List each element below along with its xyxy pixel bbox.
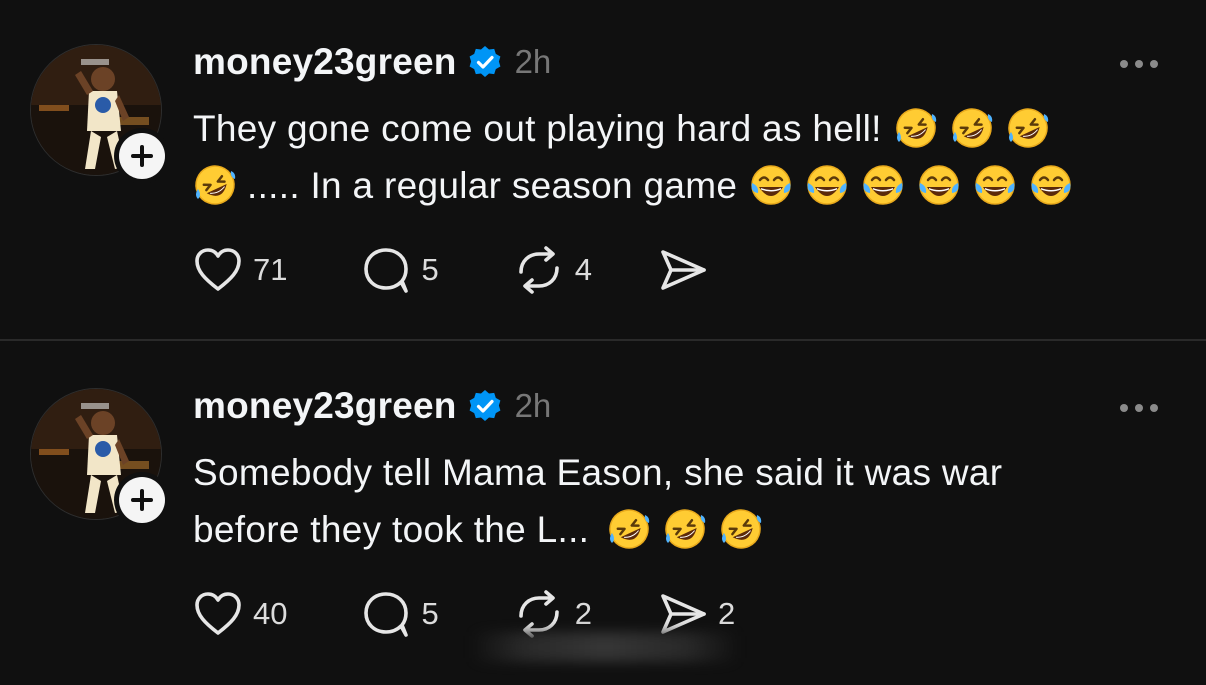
rofl-emoji	[894, 106, 938, 150]
avatar[interactable]	[30, 388, 170, 528]
follow-button[interactable]	[114, 472, 170, 528]
joy-emoji	[749, 163, 793, 207]
share-button[interactable]	[658, 247, 718, 293]
heart-icon	[195, 248, 241, 291]
repost-icon	[518, 590, 559, 638]
post-header: money23green 2h	[193, 385, 552, 427]
action-bar: 71 5 4	[193, 245, 718, 295]
repost-icon	[518, 246, 559, 294]
timestamp: 2h	[514, 43, 552, 80]
obscured-watermark	[470, 632, 740, 662]
joy-emoji	[805, 163, 849, 207]
post: money23green 2h They gone come out playi…	[0, 0, 1206, 340]
send-icon	[661, 594, 706, 634]
send-icon	[661, 250, 706, 290]
follow-button[interactable]	[114, 128, 170, 184]
post-text: They gone come out playing hard as hell!…	[193, 100, 1153, 214]
verified-badge-icon	[469, 390, 500, 421]
comment-icon	[364, 248, 409, 293]
joy-emoji	[973, 163, 1017, 207]
heart-icon	[195, 592, 241, 635]
share-button[interactable]: 2	[658, 591, 735, 637]
like-button[interactable]: 40	[193, 591, 287, 637]
more-options-icon[interactable]	[1120, 397, 1164, 417]
comment-icon	[364, 592, 409, 637]
post-text-line: Somebody tell Mama Eason, she said it wa…	[193, 452, 1003, 493]
rofl-emoji	[950, 106, 994, 150]
post-text-line: They gone come out playing hard as hell!	[193, 108, 882, 149]
username[interactable]: money23green	[193, 41, 457, 83]
joy-emoji	[917, 163, 961, 207]
rofl-emoji	[607, 507, 651, 551]
post-text-line: ..... In a regular season game	[247, 165, 738, 206]
plus-icon	[119, 133, 165, 179]
username[interactable]: money23green	[193, 385, 457, 427]
post-text-line: before they took the L...	[193, 509, 590, 550]
reply-count: 5	[421, 252, 439, 287]
like-count: 71	[253, 252, 288, 287]
post: money23green 2h Somebody tell Mama Eason…	[0, 342, 1206, 682]
post-divider	[0, 339, 1206, 341]
repost-button[interactable]: 4	[513, 246, 592, 294]
reply-count: 5	[421, 596, 439, 631]
reply-button[interactable]: 5	[361, 590, 439, 638]
rofl-emoji	[1006, 106, 1050, 150]
repost-count: 4	[574, 252, 592, 287]
share-count: 2	[717, 596, 736, 631]
joy-emoji	[1029, 163, 1073, 207]
verified-badge-icon	[469, 46, 500, 77]
like-count: 40	[253, 596, 288, 631]
rofl-emoji	[719, 507, 763, 551]
reply-button[interactable]: 5	[361, 246, 439, 294]
rofl-emoji	[663, 507, 707, 551]
plus-icon	[119, 477, 165, 523]
repost-count: 2	[574, 596, 592, 631]
timestamp: 2h	[514, 387, 552, 424]
post-header: money23green 2h	[193, 41, 552, 83]
like-button[interactable]: 71	[193, 247, 287, 293]
more-options-icon[interactable]	[1120, 53, 1164, 73]
rofl-emoji	[193, 163, 237, 207]
joy-emoji	[861, 163, 905, 207]
avatar[interactable]	[30, 44, 170, 184]
repost-button[interactable]: 2	[513, 590, 592, 638]
post-text: Somebody tell Mama Eason, she said it wa…	[193, 444, 1153, 558]
